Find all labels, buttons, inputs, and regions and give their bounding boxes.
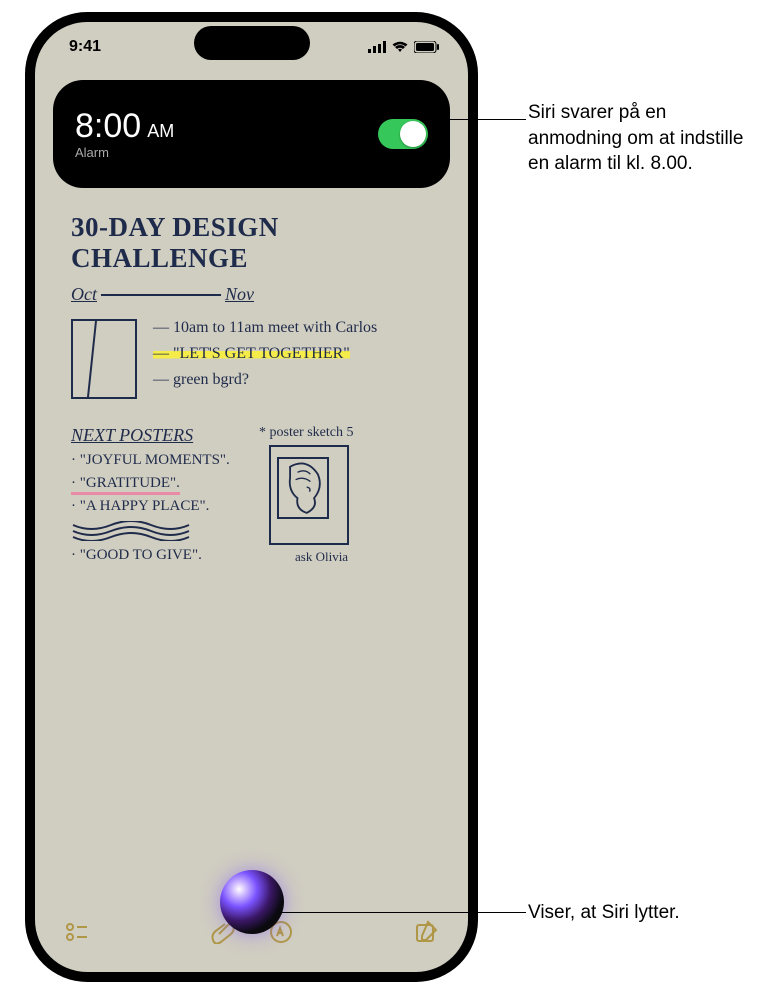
note-title-line1: 30-DAY DESIGN [71, 212, 440, 243]
note-line-1: — 10am to 11am meet with Carlos [153, 319, 377, 337]
poster-sketch-frame [269, 445, 349, 545]
battery-icon [414, 41, 440, 53]
callout-alarm-response: Siri svarer på en anmodning om at indsti… [528, 100, 748, 177]
status-time: 9:41 [69, 38, 101, 56]
callout-siri-listening: Viser, at Siri lytter. [528, 900, 748, 926]
checklist-icon[interactable] [65, 920, 89, 944]
cellular-icon [368, 41, 386, 53]
poster-sketch-label: * poster sketch 5 [259, 425, 353, 441]
compose-icon[interactable] [414, 920, 438, 944]
alarm-toggle[interactable] [378, 119, 428, 149]
iphone-screen: 9:41 8:00 AM Alarm 30-DAY DESIGN CHALLENG… [35, 22, 468, 972]
status-icons [368, 41, 440, 53]
iphone-device-frame: 9:41 8:00 AM Alarm 30-DAY DESIGN CHALLENG… [25, 12, 478, 982]
np-item-1: · "JOYFUL MOMENTS". [71, 452, 241, 469]
month-line [101, 294, 221, 296]
month-nov: Nov [225, 284, 254, 305]
note-line-3: — green bgrd? [153, 371, 377, 389]
siri-alarm-response-card: 8:00 AM Alarm [53, 80, 450, 188]
status-bar: 9:41 [35, 22, 468, 66]
wifi-icon [392, 41, 408, 53]
scribble-icon [71, 521, 191, 541]
np-item-3: · "A HAPPY PLACE". [71, 498, 241, 515]
alarm-time: 8:00 [75, 107, 141, 145]
note-title-line2: CHALLENGE [71, 243, 440, 274]
face-sketch-icon [279, 459, 327, 517]
alarm-ampm: AM [147, 121, 174, 141]
ask-olivia: ask Olivia [295, 549, 353, 565]
siri-orb-icon[interactable] [220, 870, 284, 934]
note-line-2: — "LET'S GET TOGETHER" [153, 345, 350, 362]
next-posters-heading: NEXT POSTERS [71, 425, 241, 446]
month-oct: Oct [71, 284, 97, 305]
callout-leader-2 [280, 912, 526, 913]
alarm-label: Alarm [75, 145, 174, 160]
handwritten-note: 30-DAY DESIGN CHALLENGE Oct Nov — 10am t… [71, 212, 440, 570]
sketch-rectangle [71, 319, 137, 399]
callout-leader-1 [444, 119, 526, 120]
np-item-4: · "GOOD TO GIVE". [71, 547, 241, 564]
np-item-2: · "GRATITUDE". [71, 475, 180, 495]
